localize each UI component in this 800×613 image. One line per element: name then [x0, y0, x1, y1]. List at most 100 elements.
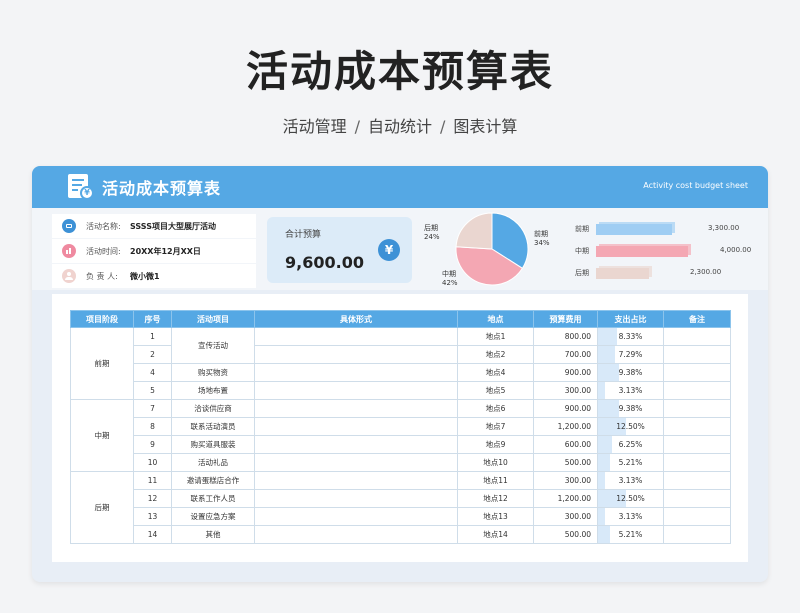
table-cell: 4: [133, 363, 172, 382]
ratio-bar: [598, 382, 606, 399]
table-cell: 其他: [171, 525, 255, 544]
table-cell: [663, 435, 731, 454]
table-row: 10 活动礼品 地点10 500.00 5.21%: [71, 453, 731, 472]
summary-area: 活动名称: SSSS项目大型展厅活动 活动时间: 20XX年12月XX日 负 责…: [32, 208, 768, 290]
ratio-text: 8.33%: [618, 332, 643, 341]
table-cell: 后期: [70, 471, 134, 544]
column-header: 具体形式: [254, 310, 458, 328]
yen-icon: ¥: [378, 239, 400, 261]
column-header: 项目阶段: [70, 310, 134, 328]
ratio-text: 9.38%: [618, 368, 643, 377]
column-header: 备注: [663, 310, 731, 328]
table-cell: [663, 327, 731, 346]
table-cell: [254, 507, 458, 526]
bar-row-late: 后期 2,300.00: [570, 266, 760, 280]
table-cell: [254, 363, 458, 382]
activity-name-value: SSSS项目大型展厅活动: [130, 221, 216, 231]
table-cell: [663, 363, 731, 382]
ratio-cell: 9.38%: [597, 363, 664, 382]
pie-label-late: 后期 24%: [424, 224, 440, 241]
table-cell: 7: [133, 399, 172, 418]
pie-label-mid: 中期 42%: [442, 270, 458, 287]
bar: [596, 224, 672, 235]
total-budget-box: 合计预算 9,600.00 ¥: [267, 217, 412, 283]
pie-chart: 后期 24% 前期 34% 中期 42%: [424, 212, 560, 288]
table-cell: [663, 471, 731, 490]
table-cell: 地点11: [457, 471, 534, 490]
table-cell: 洽谈供应商: [171, 399, 255, 418]
table-cell: 设置应急方案: [171, 507, 255, 526]
table-cell: 800.00: [533, 327, 598, 346]
table-cell: 地点5: [457, 381, 534, 400]
table-cell: 地点10: [457, 453, 534, 472]
card-header: ¥ 活动成本预算表 Activity cost budget sheet: [32, 166, 768, 208]
ratio-bar: [598, 436, 613, 453]
table-cell: [254, 525, 458, 544]
table-cell: 地点7: [457, 417, 534, 436]
ratio-text: 3.13%: [618, 512, 643, 521]
column-header: 地点: [457, 310, 534, 328]
table-cell: 地点14: [457, 525, 534, 544]
ratio-bar: [598, 454, 610, 471]
ratio-bar: [598, 472, 606, 489]
ratio-cell: 6.25%: [597, 435, 664, 454]
subtitle-item: 图表计算: [453, 117, 518, 136]
table-cell: 10: [133, 453, 172, 472]
table-cell: 购买物资: [171, 363, 255, 382]
subtitle-item: 自动统计: [367, 117, 432, 136]
table-cell: [663, 489, 731, 508]
budget-table-area: 项目阶段 序号 活动项目 具体形式 地点 预算费用 支出占比 备注 前期 1 宣传活…: [52, 294, 748, 562]
table-row: 2 地点2 700.00 7.29%: [71, 345, 731, 364]
table-cell: 场地布置: [171, 381, 255, 400]
column-header: 支出占比: [597, 310, 664, 328]
ratio-cell: 12.50%: [597, 489, 664, 508]
ratio-cell: 3.13%: [597, 507, 664, 526]
owner-label: 负 责 人:: [86, 271, 118, 281]
pie-slice-后期: [455, 212, 493, 250]
table-cell: 活动礼品: [171, 453, 255, 472]
table-cell: 地点1: [457, 327, 534, 346]
bar-value: 3,300.00: [708, 224, 740, 232]
subtitle-separator: /: [354, 117, 360, 136]
table-cell: 700.00: [533, 345, 598, 364]
table-cell: 2: [133, 345, 172, 364]
table-cell: [254, 489, 458, 508]
document-icon: ¥: [66, 174, 94, 200]
table-cell: 地点4: [457, 363, 534, 382]
activity-time-value: 20XX年12月XX日: [130, 246, 201, 256]
ratio-cell: 7.29%: [597, 345, 664, 364]
ratio-text: 7.29%: [618, 350, 643, 359]
budget-table: 项目阶段 序号 活动项目 具体形式 地点 预算费用 支出占比 备注 前期 1 宣传活…: [70, 310, 731, 544]
bar-label: 后期: [575, 269, 589, 277]
table-cell: 300.00: [533, 471, 598, 490]
ratio-cell: 3.13%: [597, 381, 664, 400]
table-row: 中期 7 洽谈供应商 地点6 900.00 9.38%: [70, 399, 731, 472]
bar-label: 前期: [575, 225, 589, 233]
pie-label-early: 前期 34%: [534, 230, 550, 247]
table-row: 13 设置应急方案 地点13 300.00 3.13%: [71, 507, 731, 526]
table-cell: 1,200.00: [533, 489, 598, 508]
table-cell: 300.00: [533, 381, 598, 400]
table-cell: 地点6: [457, 399, 534, 418]
activity-time-label: 活动时间:: [86, 246, 121, 256]
ratio-bar: [598, 526, 610, 543]
ratio-text: 12.50%: [616, 494, 645, 503]
ratio-bar: [598, 364, 620, 381]
ratio-text: 5.21%: [618, 458, 643, 467]
table-cell: 地点12: [457, 489, 534, 508]
table-cell: 联系工作人员: [171, 489, 255, 508]
ratio-cell: 8.33%: [597, 327, 664, 346]
ratio-cell: 5.21%: [597, 525, 664, 544]
card-subtitle-en: Activity cost budget sheet: [643, 181, 748, 190]
table-row: 后期 11 邀请蛋糕店合作 地点11 300.00 3.13%: [70, 471, 731, 544]
ratio-text: 3.13%: [618, 476, 643, 485]
bar-row-early: 前期 3,300.00: [570, 222, 760, 236]
table-cell: [254, 327, 458, 346]
table-cell: 9: [133, 435, 172, 454]
table-row: 前期 1 宣传活动 地点1 800.00 8.33%: [70, 327, 731, 400]
table-cell: 8: [133, 417, 172, 436]
table-cell: 地点13: [457, 507, 534, 526]
bar-chart: 前期 3,300.00 中期 4,000.00 后期 2,300.00: [570, 216, 760, 286]
table-cell: 14: [133, 525, 172, 544]
ratio-text: 3.13%: [618, 386, 643, 395]
